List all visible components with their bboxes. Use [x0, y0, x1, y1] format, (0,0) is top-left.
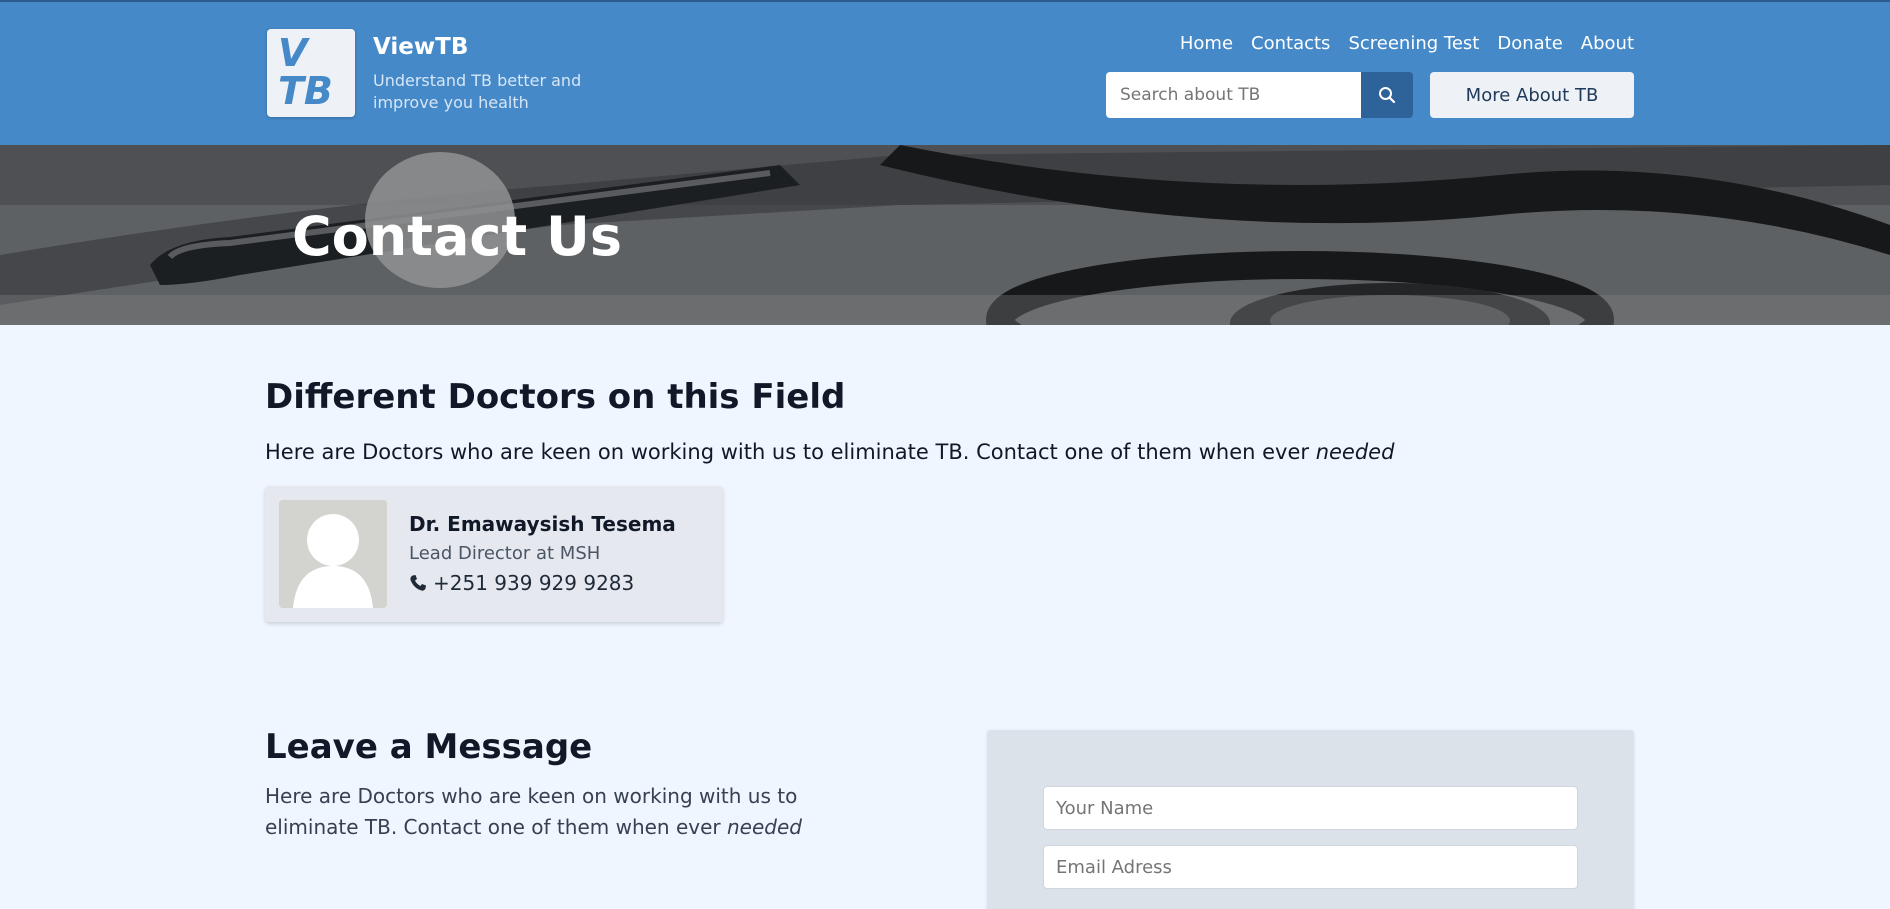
- nav-screening-test[interactable]: Screening Test: [1348, 33, 1479, 54]
- message-form: [987, 730, 1634, 909]
- doctor-name: Dr. Emawaysish Tesema: [409, 512, 676, 536]
- search-icon: [1379, 87, 1396, 104]
- name-field[interactable]: [1043, 786, 1578, 830]
- nav-contacts[interactable]: Contacts: [1251, 33, 1330, 54]
- hero-banner: Contact Us: [0, 145, 1890, 325]
- doctors-section-title: Different Doctors on this Field: [265, 377, 846, 417]
- main-nav: Home Contacts Screening Test Donate Abou…: [1180, 33, 1634, 54]
- more-about-tb-button[interactable]: More About TB: [1430, 72, 1634, 118]
- person-placeholder-icon: [279, 500, 387, 608]
- search-bar: [1106, 72, 1413, 118]
- brand-tagline: Understand TB better and improve you hea…: [373, 71, 582, 112]
- page-title: Contact Us: [292, 205, 623, 268]
- logo-text: V TB: [278, 31, 333, 113]
- message-section-description: Here are Doctors who are keen on working…: [265, 784, 802, 839]
- doctor-card[interactable]: Dr. Emawaysish Tesema Lead Director at M…: [265, 486, 723, 622]
- site-header: V TB ViewTB Understand TB better and imp…: [0, 2, 1890, 145]
- brand-name[interactable]: ViewTB: [373, 34, 468, 60]
- search-button[interactable]: [1361, 72, 1413, 118]
- email-field[interactable]: [1043, 845, 1578, 889]
- stethoscope-background-image: [0, 145, 1890, 325]
- logo[interactable]: V TB: [267, 29, 355, 117]
- search-input[interactable]: [1106, 72, 1361, 118]
- nav-about[interactable]: About: [1581, 33, 1634, 54]
- message-section-title: Leave a Message: [265, 727, 593, 767]
- avatar: [279, 500, 387, 608]
- doctors-section-description: Here are Doctors who are keen on working…: [265, 440, 1395, 464]
- nav-home[interactable]: Home: [1180, 33, 1233, 54]
- doctor-role: Lead Director at MSH: [409, 543, 601, 564]
- nav-donate[interactable]: Donate: [1497, 33, 1562, 54]
- doctor-phone[interactable]: +251 939 929 9283: [409, 571, 634, 595]
- phone-icon: [410, 575, 426, 591]
